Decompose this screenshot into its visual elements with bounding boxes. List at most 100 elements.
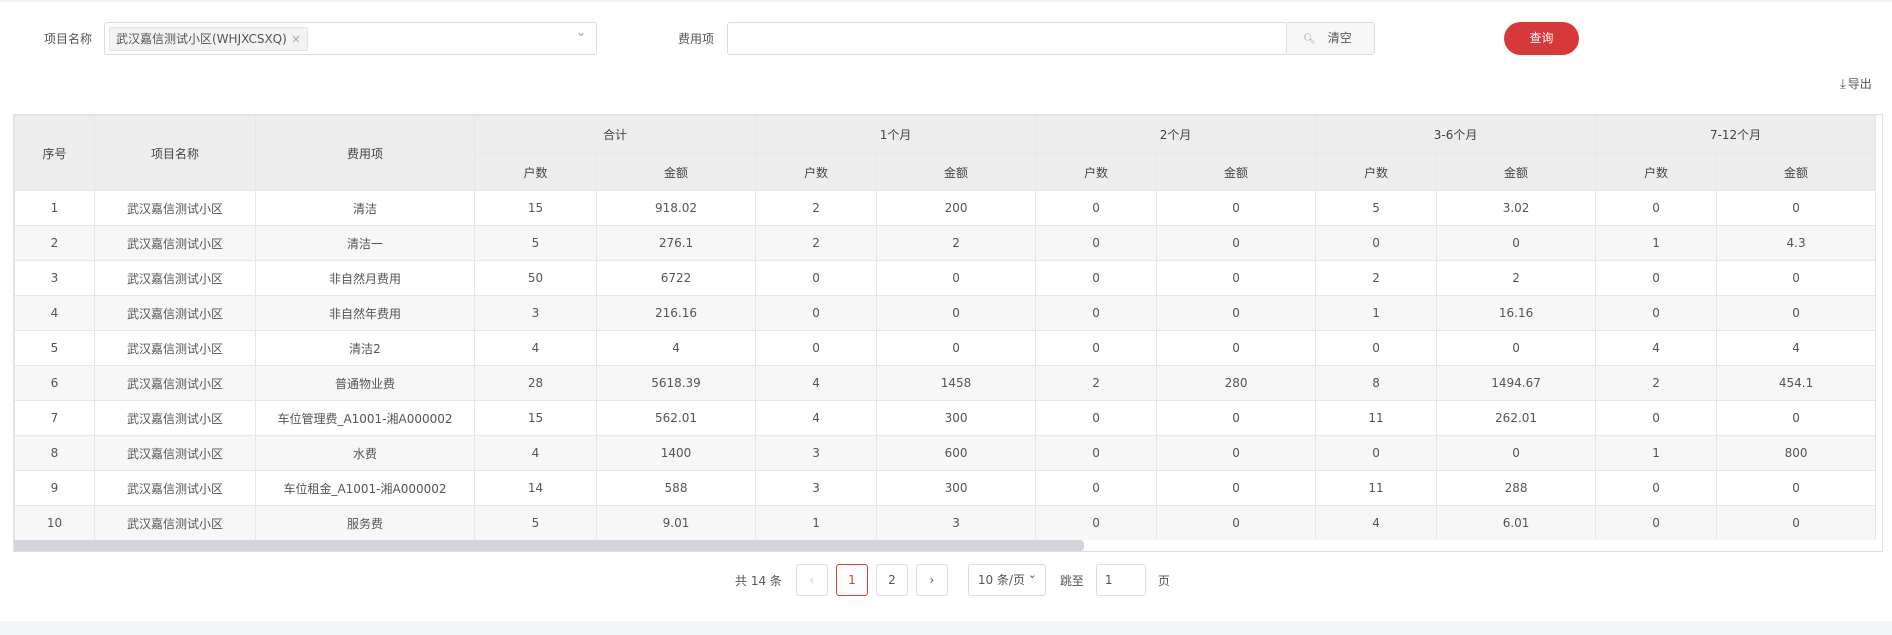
table-cell: 800 — [1716, 435, 1877, 471]
table-cell: 200 — [876, 190, 1037, 226]
table-cell: 10 — [14, 505, 95, 541]
subheader-amount: 金额 — [1716, 153, 1877, 191]
horizontal-scrollbar[interactable] — [14, 540, 1882, 551]
table-cell: 5 — [474, 505, 597, 541]
query-button[interactable]: 查询 — [1504, 22, 1579, 55]
header-group: 2个月 — [1035, 115, 1317, 154]
page-size-select[interactable]: 10 条/页 ⌄ — [967, 564, 1046, 596]
table-cell: 6.01 — [1436, 505, 1597, 541]
subheader-households: 户数 — [474, 153, 597, 191]
table-cell: 28 — [474, 365, 597, 401]
project-select[interactable]: 武汉嘉信测试小区(WHJXCSXQ) × ⌄ — [104, 22, 597, 55]
page-size-value: 10 条/页 — [977, 573, 1026, 587]
subheader-amount: 金额 — [595, 153, 757, 191]
table-cell: 6 — [14, 365, 95, 401]
table-cell: 8 — [1315, 365, 1438, 401]
scrollbar-thumb[interactable] — [14, 540, 1084, 551]
next-page-button[interactable]: › — [915, 564, 948, 596]
table-cell: 4 — [755, 400, 878, 436]
table-cell: 0 — [1716, 400, 1877, 436]
table-cell: 0 — [1716, 295, 1877, 331]
table-cell: 0 — [1595, 260, 1718, 296]
jump-label: 跳至 — [1059, 573, 1084, 588]
table-row: 2 武汉嘉信测试小区 清洁一 5 276.1 2 2 0 0 0 0 1 4.3 — [14, 225, 1877, 261]
jump-page-input[interactable]: 1 — [1095, 564, 1146, 596]
table-cell: 0 — [1315, 330, 1438, 366]
table-cell: 0 — [1156, 225, 1317, 261]
aging-table: 序号 项目名称 费用项 合计 1个月 2个月 3-6个月 7-12个月 户数 金额… — [14, 115, 1877, 541]
table-cell: 0 — [1156, 505, 1317, 541]
fee-item-label: 费用项 — [678, 32, 715, 46]
prev-page-button[interactable]: ‹ — [795, 564, 828, 596]
table-row: 3 武汉嘉信测试小区 非自然月费用 50 6722 0 0 0 0 2 2 0 0 — [14, 260, 1877, 296]
table-cell: 0 — [1156, 330, 1317, 366]
table-cell: 0 — [1595, 470, 1718, 506]
table-cell: 2 — [1315, 260, 1438, 296]
table-cell: 0 — [876, 295, 1037, 331]
table-cell: 0 — [1436, 225, 1597, 261]
header-group: 合计 — [473, 115, 757, 154]
table-cell: 5618.39 — [595, 365, 757, 401]
project-tag-text: 武汉嘉信测试小区(WHJXCSXQ) — [116, 32, 287, 46]
download-icon: ⤓ — [1840, 77, 1846, 92]
table-cell: 4 — [755, 365, 878, 401]
table-cell: 0 — [1156, 400, 1317, 436]
table-cell: 清洁一 — [255, 225, 475, 261]
table-cell: 非自然年费用 — [255, 295, 475, 331]
table-cell: 3 — [876, 505, 1037, 541]
table-cell: 2 — [755, 190, 878, 226]
table-row: 6 武汉嘉信测试小区 普通物业费 28 5618.39 4 1458 2 280 8 1494.67… — [14, 365, 1877, 401]
page-suffix: 页 — [1157, 573, 1170, 588]
table-cell: 0 — [1035, 295, 1158, 331]
table-cell: 0 — [1156, 190, 1317, 226]
table-cell: 清洁 — [255, 190, 475, 226]
fee-item-field[interactable] — [727, 22, 1288, 55]
table-cell: 5 — [474, 225, 597, 261]
table-cell: 4 — [595, 330, 757, 366]
table-cell: 水费 — [255, 435, 475, 471]
table-cell: 0 — [755, 295, 878, 331]
table-cell: 1 — [755, 505, 878, 541]
table-cell: 16.16 — [1436, 295, 1597, 331]
header-group: 3-6个月 — [1315, 115, 1597, 154]
header-project: 项目名称 — [94, 115, 256, 191]
clear-button[interactable]: 🔍︎ 清空 — [1287, 22, 1375, 55]
table-cell: 7 — [14, 400, 95, 436]
table-cell: 0 — [1595, 505, 1718, 541]
table-cell: 武汉嘉信测试小区 — [94, 400, 256, 436]
table-cell: 2 — [755, 225, 878, 261]
table-cell: 0 — [1315, 435, 1438, 471]
table-cell: 0 — [1035, 190, 1158, 226]
table-cell: 0 — [1156, 470, 1317, 506]
table-cell: 11 — [1315, 470, 1438, 506]
table-cell: 216.16 — [595, 295, 757, 331]
subheader-households: 户数 — [1035, 153, 1158, 191]
table-cell: 2 — [14, 225, 95, 261]
table-cell: 2 — [1035, 365, 1158, 401]
tag-close-icon[interactable]: × — [291, 32, 301, 46]
table-cell: 14 — [474, 470, 597, 506]
chevron-down-icon[interactable]: ⌄ — [576, 25, 586, 39]
header-group: 7-12个月 — [1595, 115, 1877, 154]
table-cell: 2 — [876, 225, 1037, 261]
fee-item-input[interactable] — [728, 23, 1288, 54]
table-cell: 2 — [1595, 365, 1718, 401]
table-cell: 1458 — [876, 365, 1037, 401]
header-index: 序号 — [14, 115, 95, 191]
table-cell: 服务费 — [255, 505, 475, 541]
table-cell: 0 — [1035, 225, 1158, 261]
table-cell: 武汉嘉信测试小区 — [94, 190, 256, 226]
table-cell: 1400 — [595, 435, 757, 471]
page-1-button[interactable]: 1 — [835, 564, 868, 596]
table-cell: 车位租金_A1001-湘A000002 — [255, 470, 475, 506]
table-cell: 11 — [1315, 400, 1438, 436]
export-label: 导出 — [1847, 77, 1872, 91]
footer-band — [0, 621, 1892, 635]
table-cell: 0 — [1035, 330, 1158, 366]
table-cell: 600 — [876, 435, 1037, 471]
table-cell: 8 — [14, 435, 95, 471]
table-cell: 4 — [14, 295, 95, 331]
search-icon: 🔍︎ — [1303, 34, 1316, 45]
export-button[interactable]: ⤓ 导出 — [1840, 75, 1872, 92]
page-2-button[interactable]: 2 — [875, 564, 908, 596]
